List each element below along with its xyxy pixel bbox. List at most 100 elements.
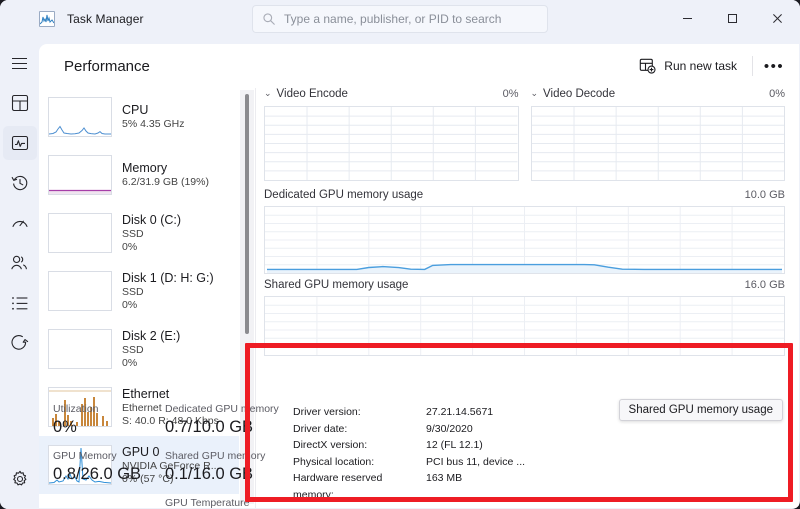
chevron-down-icon[interactable]: ⌄: [264, 88, 272, 99]
list-item[interactable]: Disk 2 (E:) SSD 0%: [39, 320, 239, 378]
stat-value: 0.8/26.0 GB: [53, 465, 142, 483]
speedometer-icon: [11, 220, 28, 227]
video-encode-header[interactable]: ⌄ Video Encode 0%: [264, 88, 519, 106]
header-actions: Run new task •••: [630, 44, 799, 88]
hamburger-icon-button[interactable]: [3, 46, 37, 80]
scrollbar-thumb[interactable]: [245, 94, 249, 334]
list-item-title: Disk 1 (D: H: G:): [122, 270, 214, 285]
chevron-down-icon[interactable]: ⌄: [531, 88, 539, 99]
list-item[interactable]: CPU 5% 4.35 GHz: [39, 88, 239, 146]
list-item[interactable]: Memory 6.2/31.9 GB (19%): [39, 146, 239, 204]
list-item-text: Disk 2 (E:) SSD 0%: [122, 329, 180, 370]
info-row: Driver version: 27.21.14.5671: [293, 404, 525, 421]
sidebar-item-startup-apps[interactable]: [3, 206, 37, 240]
minimize-button[interactable]: [665, 0, 710, 37]
users-icon: [11, 255, 27, 270]
sidebar-item-settings[interactable]: [3, 462, 37, 496]
chart-icon: [39, 10, 55, 27]
titlebar: Task Manager: [0, 0, 800, 37]
list-item-title: Memory: [122, 161, 168, 175]
hamburger-icon: [12, 57, 27, 69]
gpu-info-table: Driver version: 27.21.14.5671 Driver dat…: [293, 402, 525, 508]
sidebar-item-performance[interactable]: [2, 126, 37, 160]
page-title: Performance: [64, 57, 150, 75]
video-decode-title: Video Decode: [543, 88, 616, 100]
shared-memory-max: 16.0 GB: [744, 279, 785, 291]
sidebar-item-services[interactable]: [3, 326, 37, 360]
list-item[interactable]: Disk 0 (C:) SSD 0%: [39, 204, 239, 262]
video-decode-value: 0%: [769, 88, 785, 100]
list-item-sub1: 5% 4.35 GHz: [122, 118, 185, 130]
stat-value: 0%: [53, 418, 77, 436]
navigation-rail: [0, 37, 39, 509]
stat-label: Utilization: [53, 403, 99, 415]
sidebar-item-processes[interactable]: [3, 86, 37, 120]
video-encode-section: ⌄ Video Encode 0%: [264, 88, 519, 181]
list-item-sub2: 0%: [122, 298, 138, 311]
disk0-mini-graph: [48, 213, 112, 253]
video-decode-chart: [530, 106, 785, 181]
close-button[interactable]: [755, 0, 800, 37]
search-icon: [263, 13, 275, 25]
info-value: 9/30/2020: [426, 422, 473, 435]
info-key: DirectX version:: [293, 439, 368, 451]
video-engine-row: ⌄ Video Encode 0% ⌄ Video Decode 0%: [264, 88, 785, 181]
dedicated-memory-max: 10.0 GB: [744, 189, 785, 201]
content-card: Performance Run new task ••• CPU 5% 4.35…: [39, 44, 799, 508]
stat-gpu-temperature: GPU Temperature 57 °C: [165, 496, 293, 508]
list-item-sub1: SSD: [122, 285, 144, 298]
search-input[interactable]: [284, 12, 529, 26]
list-item[interactable]: Disk 1 (D: H: G:) SSD 0%: [39, 262, 239, 320]
video-decode-header[interactable]: ⌄ Video Decode 0%: [531, 88, 786, 106]
info-value: 27.21.14.5671: [426, 406, 494, 418]
dedicated-memory-title: Dedicated GPU memory usage: [264, 189, 424, 201]
card-header: Performance Run new task •••: [39, 44, 799, 88]
run-new-task-label: Run new task: [664, 59, 737, 73]
shared-memory-header: Shared GPU memory usage 16.0 GB: [264, 279, 785, 296]
grid-icon: [11, 94, 28, 112]
stat-label: GPU Memory: [53, 450, 117, 462]
gear-icon: [12, 470, 26, 486]
disk2-mini-graph: [48, 329, 112, 369]
task-manager-window: Task Manager Type a name, publisher, or …: [0, 0, 800, 509]
info-key: Physical location:: [293, 455, 375, 468]
list-item-title: Disk 2 (E:): [122, 328, 181, 343]
stat-label: Shared GPU memory: [165, 450, 266, 462]
video-encode-value: 0%: [502, 88, 519, 100]
stats-column-utilization: Utilization 0% GPU Memory 0.8/26.0 GB: [53, 402, 165, 508]
gear-cloud-icon: [10, 335, 28, 350]
list-item-sub2: 0%: [122, 240, 138, 253]
sidebar-item-app-history[interactable]: [3, 166, 37, 200]
info-key: Driver version:: [293, 406, 361, 418]
list-item-text: Disk 1 (D: H: G:) SSD 0%: [122, 271, 214, 312]
list-item-sub1: 6.2/31.9 GB (19%): [122, 176, 209, 188]
more-options-button[interactable]: •••: [759, 52, 789, 80]
info-row: Hardware reserved memory: 163 MB: [293, 470, 525, 503]
info-value: 163 MB: [426, 472, 463, 484]
cpu-mini-graph: [48, 97, 112, 137]
list-item-sub2: 0%: [122, 356, 138, 369]
sidebar-item-users[interactable]: [3, 246, 37, 280]
header-separator: [752, 56, 753, 76]
video-encode-title: Video Encode: [276, 88, 348, 100]
stat-value: 0.1/16.0 GB: [165, 465, 254, 483]
list-item-sub1: SSD: [122, 343, 144, 356]
dedicated-memory-header: Dedicated GPU memory usage 10.0 GB: [264, 189, 785, 206]
list-icon: [11, 296, 27, 310]
list-item-title: CPU: [122, 103, 149, 117]
info-row: DirectX version: 12 (FL 12.1): [293, 437, 525, 454]
search-box[interactable]: [252, 5, 548, 33]
disk1-mini-graph: [48, 271, 112, 311]
stat-gpu-memory: GPU Memory 0.8/26.0 GB: [53, 449, 165, 485]
info-row: Driver date: 9/30/2020: [293, 421, 525, 438]
stats-column-memory: Dedicated GPU memory 0.7/10.0 GB Shared …: [165, 402, 293, 508]
list-item-text: CPU 5% 4.35 GHz: [122, 103, 184, 131]
shared-memory-title: Shared GPU memory usage: [264, 279, 409, 291]
stat-dedicated-gpu-memory: Dedicated GPU memory 0.7/10.0 GB: [165, 402, 293, 438]
maximize-button[interactable]: [710, 0, 755, 37]
run-new-task-button[interactable]: Run new task: [630, 52, 746, 80]
sidebar-item-details[interactable]: [3, 286, 37, 320]
video-decode-section: ⌄ Video Decode 0%: [530, 88, 786, 181]
info-row: Physical location: PCI bus 11, device ..…: [293, 454, 525, 471]
stat-utilization: Utilization 0%: [53, 402, 165, 438]
